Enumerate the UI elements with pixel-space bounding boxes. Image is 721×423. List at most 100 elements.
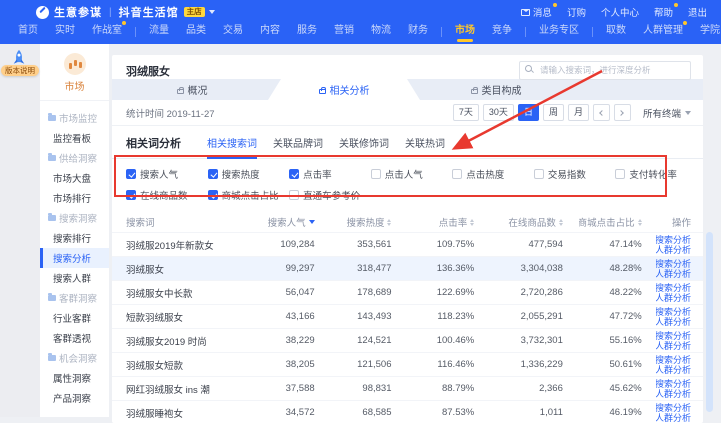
- table-row[interactable]: 短款羽绒服女 43,166 143,493 118.23% 2,055,291 …: [112, 304, 703, 328]
- date-range-button[interactable]: 30天: [483, 104, 514, 121]
- search-analysis-link[interactable]: 搜索分析: [656, 379, 691, 389]
- sidebar-item[interactable]: 市场大盘: [40, 168, 109, 188]
- table-row[interactable]: 羽绒服女2019 时尚 38,229 124,521 100.46% 3,732…: [112, 328, 703, 352]
- sidebar-item[interactable]: 客群透视: [40, 328, 109, 348]
- crowd-analysis-link[interactable]: 人群分析: [656, 341, 691, 351]
- metric-checkbox[interactable]: 点击率: [289, 167, 371, 181]
- topbar-menu-item[interactable]: 订购: [567, 5, 586, 19]
- date-range-button[interactable]: 周: [543, 104, 564, 121]
- nav-item[interactable]: [592, 27, 593, 37]
- topbar-menu-item[interactable]: 个人中心: [601, 5, 639, 19]
- crowd-analysis-link[interactable]: 人群分析: [656, 413, 691, 423]
- nav-item[interactable]: 物流: [371, 22, 391, 42]
- table-row[interactable]: 羽绒服2019年新款女 109,284 353,561 109.75% 477,…: [112, 232, 703, 256]
- nav-item[interactable]: 首页: [18, 22, 38, 42]
- nav-item[interactable]: 学院: [700, 22, 720, 42]
- nav-item[interactable]: 取数: [606, 22, 626, 42]
- table-row[interactable]: 羽绒服女短款 38,205 121,506 116.46% 1,336,229 …: [112, 352, 703, 376]
- search-analysis-link[interactable]: 搜索分析: [656, 355, 691, 365]
- nav-item[interactable]: 财务: [408, 22, 428, 42]
- nav-item[interactable]: [135, 27, 136, 37]
- metric-checkbox[interactable]: 商城点击占比: [208, 188, 290, 202]
- metric-checkbox[interactable]: 支付转化率: [615, 167, 697, 181]
- nav-item[interactable]: 人群管理: [643, 22, 683, 42]
- word-tab[interactable]: 相关搜索词: [207, 135, 257, 158]
- table-row[interactable]: 羽绒服女 99,297 318,477 136.36% 3,304,038 48…: [112, 256, 703, 280]
- table-row[interactable]: 网红羽绒服女 ins 潮 37,588 98,831 88.79% 2,366 …: [112, 376, 703, 400]
- shop-switch-caret-icon[interactable]: [209, 10, 215, 14]
- date-range-button[interactable]: 日: [518, 104, 539, 121]
- search-analysis-link[interactable]: 搜索分析: [656, 259, 691, 269]
- sidebar-item[interactable]: 市场监控: [40, 108, 109, 128]
- col-online-items[interactable]: 在线商品数: [490, 215, 579, 229]
- metric-checkbox[interactable]: 交易指数: [534, 167, 616, 181]
- col-click-rate[interactable]: 点击率: [407, 215, 490, 229]
- search-analysis-link[interactable]: 搜索分析: [656, 307, 691, 317]
- search-analysis-link[interactable]: 搜索分析: [656, 403, 691, 413]
- next-period-button[interactable]: [614, 104, 631, 121]
- crowd-analysis-link[interactable]: 人群分析: [656, 317, 691, 327]
- search-analysis-link[interactable]: 搜索分析: [656, 331, 691, 341]
- nav-item[interactable]: 服务: [297, 22, 317, 42]
- nav-item[interactable]: 业务专区: [539, 22, 579, 42]
- metric-checkbox[interactable]: 搜索人气: [126, 167, 208, 181]
- date-range-button[interactable]: 月: [568, 104, 589, 121]
- table-row[interactable]: 羽绒服睡袍女 34,572 68,585 87.53% 1,011 46.19%…: [112, 400, 703, 423]
- sidebar-item[interactable]: 监控看板: [40, 128, 109, 148]
- sidebar-item[interactable]: 市场排行: [40, 188, 109, 208]
- crowd-analysis-link[interactable]: 人群分析: [656, 293, 691, 303]
- sidebar-item[interactable]: 搜索洞察: [40, 208, 109, 228]
- crowd-analysis-link[interactable]: 人群分析: [656, 269, 691, 279]
- sidebar-item[interactable]: 搜索人群: [40, 268, 109, 288]
- sidebar-item[interactable]: 搜索排行: [40, 228, 109, 248]
- nav-item[interactable]: 交易: [223, 22, 243, 42]
- metric-checkbox[interactable]: 搜索热度: [208, 167, 290, 181]
- nav-item[interactable]: 营销: [334, 22, 354, 42]
- nav-item[interactable]: 实时: [55, 22, 75, 42]
- analysis-tab[interactable]: 相关分析: [268, 79, 420, 100]
- metric-checkbox[interactable]: 点击人气: [371, 167, 453, 181]
- sidebar-item[interactable]: 属性洞察: [40, 368, 109, 388]
- nav-item[interactable]: 竞争: [492, 22, 512, 42]
- word-tab[interactable]: 关联品牌词: [273, 135, 323, 158]
- nav-item[interactable]: 内容: [260, 22, 280, 42]
- nav-item[interactable]: [525, 27, 526, 37]
- nav-item[interactable]: 作战室: [92, 22, 122, 42]
- crowd-analysis-link[interactable]: 人群分析: [656, 245, 691, 255]
- analysis-tab[interactable]: 概况: [116, 79, 268, 100]
- metric-checkbox[interactable]: 在线商品数: [126, 188, 208, 202]
- col-search-heat[interactable]: 搜索热度: [331, 215, 408, 229]
- word-tab[interactable]: 关联热词: [405, 135, 445, 158]
- date-range-button[interactable]: 7天: [453, 104, 479, 121]
- sidebar-item[interactable]: 机会洞察: [40, 348, 109, 368]
- nav-item[interactable]: 市场: [455, 22, 475, 42]
- topbar-menu-item[interactable]: 帮助: [654, 5, 673, 19]
- prev-period-button[interactable]: [593, 104, 610, 121]
- vertical-scrollbar[interactable]: [706, 232, 713, 412]
- nav-item[interactable]: 流量: [149, 22, 169, 42]
- search-analysis-link[interactable]: 搜索分析: [656, 235, 691, 245]
- metric-checkbox[interactable]: 点击热度: [452, 167, 534, 181]
- search-analysis-link[interactable]: 搜索分析: [656, 283, 691, 293]
- sidebar-item[interactable]: 产品洞察: [40, 388, 109, 408]
- metric-checkbox[interactable]: 直通车参考价: [289, 188, 371, 202]
- crowd-analysis-link[interactable]: 人群分析: [656, 389, 691, 399]
- col-mall-click-ratio[interactable]: 商城点击占比: [579, 215, 656, 229]
- topbar-menu-item[interactable]: 消息: [521, 5, 552, 19]
- sidebar-item[interactable]: 搜索分析: [40, 248, 109, 268]
- sidebar-item[interactable]: 供给洞察: [40, 148, 109, 168]
- version-badge[interactable]: 版本说明: [1, 65, 39, 76]
- search-input[interactable]: [519, 61, 691, 80]
- sidebar-item[interactable]: 客群洞察: [40, 288, 109, 308]
- topbar: 生意参谋 | 抖音生活馆 主店 消息 订购 个人中心: [0, 0, 721, 44]
- nav-item[interactable]: 品类: [186, 22, 206, 42]
- analysis-tab[interactable]: 类目构成: [420, 79, 572, 100]
- sidebar-item[interactable]: 行业客群: [40, 308, 109, 328]
- topbar-menu-item[interactable]: 退出: [688, 5, 707, 19]
- table-row[interactable]: 羽绒服女中长款 56,047 178,689 122.69% 2,720,286…: [112, 280, 703, 304]
- crowd-analysis-link[interactable]: 人群分析: [656, 365, 691, 375]
- nav-item[interactable]: [441, 27, 442, 37]
- terminal-filter-dropdown[interactable]: 所有终端: [643, 106, 691, 120]
- col-search-popularity[interactable]: 搜索人气: [260, 215, 331, 229]
- word-tab[interactable]: 关联修饰词: [339, 135, 389, 158]
